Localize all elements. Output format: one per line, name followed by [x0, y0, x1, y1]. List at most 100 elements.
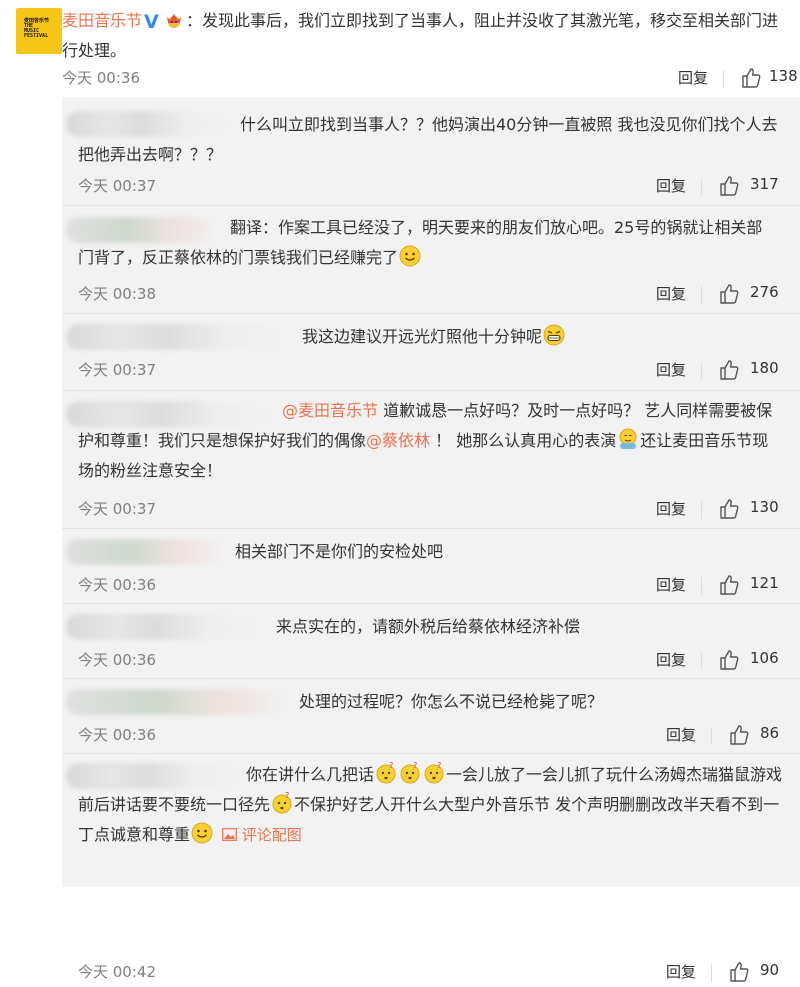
divider — [711, 964, 712, 982]
svg-text:?: ? — [437, 762, 441, 770]
svg-text:?: ? — [389, 762, 393, 770]
like-count: 106 — [750, 649, 779, 667]
divider — [701, 577, 702, 595]
divider — [723, 70, 724, 88]
reply-time: 今天 00:36 — [78, 726, 156, 744]
reply-button[interactable]: 回复 — [656, 574, 686, 595]
reply-text: 来点实在的，请额外税后给蔡依林经济补偿 — [276, 617, 581, 636]
divider — [701, 362, 702, 380]
thumbs-up-icon[interactable] — [718, 649, 740, 671]
like-count: 90 — [760, 961, 780, 979]
reply-time: 今天 00:37 — [78, 361, 156, 379]
reply-time: 今天 00:38 — [78, 285, 156, 303]
reply-text-part: 你在讲什么几把话 — [246, 765, 375, 784]
thumbs-up-icon[interactable] — [740, 67, 762, 89]
reply-button[interactable]: 回复 — [656, 359, 686, 380]
reply-button[interactable]: 回复 — [678, 67, 708, 88]
divider — [62, 528, 800, 529]
divider — [701, 178, 702, 196]
blurred-username — [66, 614, 266, 640]
thumbs-up-icon[interactable] — [718, 359, 740, 381]
reply-text-part: ！ 她那么认真用心的表演 — [430, 431, 617, 450]
divider — [62, 205, 800, 206]
reply-time: 今天 00:37 — [78, 177, 156, 195]
reply-text: 翻译：作案工具已经没了，明天要来的朋友们放心吧。25号的锅就让相关部门背了，反正… — [78, 213, 778, 273]
mention-link[interactable]: @麦田音乐节 — [282, 401, 378, 420]
reply-meta: 今天 00:42 回复 90 — [78, 961, 796, 987]
svg-text:?: ? — [285, 792, 289, 800]
reply-button[interactable]: 回复 — [666, 961, 696, 982]
thumbs-up-icon[interactable] — [718, 498, 740, 520]
reply-meta: 今天 00:36 回复 86 — [78, 724, 796, 750]
divider — [62, 603, 800, 604]
post-meta: 今天 00:36 回复 138 — [62, 67, 800, 93]
reply-time: 今天 00:42 — [78, 963, 156, 981]
reply-meta: 今天 00:37 回复 317 — [78, 175, 796, 201]
verified-icon: V — [144, 11, 159, 33]
reply-button[interactable]: 回复 — [656, 649, 686, 670]
vip-crown-icon — [167, 14, 182, 28]
like-count: 86 — [760, 724, 780, 742]
confused-emoji-icon: ? — [376, 762, 396, 784]
divider — [62, 313, 800, 314]
divider — [701, 652, 702, 670]
comment-image-link[interactable]: 评论配图 — [222, 826, 302, 844]
thumbs-up-icon[interactable] — [728, 724, 750, 746]
smile-emoji-icon — [191, 822, 213, 844]
reply-time: 今天 00:36 — [78, 651, 156, 669]
divider — [701, 501, 702, 519]
comment-image-label: 评论配图 — [241, 826, 302, 844]
reply-button[interactable]: 回复 — [666, 724, 696, 745]
confused-emoji-icon: ? — [272, 792, 292, 814]
blurred-username — [66, 324, 291, 350]
festival-logo-text: 麦田音乐节 THE MUSIC FESTIVAL — [24, 18, 50, 39]
svg-text:?: ? — [413, 762, 417, 770]
blurred-username — [66, 539, 228, 565]
reply-meta: 今天 00:38 回复 276 — [78, 283, 796, 309]
like-count: 180 — [750, 359, 779, 377]
reply-meta: 今天 00:36 回复 121 — [78, 574, 796, 600]
reply-list: 什么叫立即找到当事人？？他妈演出40分钟一直被照 我也没见你们找个人去把他弄出去… — [62, 97, 800, 982]
reply-text: 你在讲什么几把话??? 一会儿放了一会儿抓了玩什么汤姆杰瑞猫鼠游戏 前后讲话要不要… — [78, 760, 783, 850]
thumbs-up-icon[interactable] — [728, 961, 750, 983]
confused-emoji-icon: ? — [400, 762, 420, 784]
author-name[interactable]: 麦田音乐节 — [62, 11, 142, 30]
reply-text: 什么叫立即找到当事人？？他妈演出40分钟一直被照 我也没见你们找个人去把他弄出去… — [78, 115, 778, 164]
reply-button[interactable]: 回复 — [656, 175, 686, 196]
thumbs-up-icon[interactable] — [718, 574, 740, 596]
like-count: 121 — [750, 574, 779, 592]
post-time: 今天 00:36 — [62, 69, 140, 87]
reply-text: @麦田音乐节 道歉诚恳一点好吗？及时一点好吗？ 艺人同样需要被保护和尊重！我们只… — [78, 396, 782, 486]
grin-emoji-icon — [543, 324, 565, 346]
hug-emoji-icon — [619, 428, 637, 449]
reply-time: 今天 00:36 — [78, 576, 156, 594]
reply-button[interactable]: 回复 — [656, 498, 686, 519]
like-count: 130 — [750, 498, 779, 516]
image-icon — [222, 828, 237, 841]
divider — [62, 678, 800, 679]
reply-text: 我这边建议开远光灯照他十分钟呢 — [302, 322, 782, 352]
like-count: 317 — [750, 175, 779, 193]
reply-text: 处理的过程呢？你怎么不说已经枪毙了呢？ — [299, 692, 604, 711]
mention-link[interactable]: @蔡依林 — [366, 431, 430, 450]
like-count: 138 — [769, 67, 798, 85]
divider — [62, 753, 800, 754]
reply-text: 相关部门不是你们的安检处吧 — [235, 542, 444, 561]
post-text: 麦田音乐节 V ：发现此事后，我们立即找到了当事人，阻止并没收了其激光笔，移交至相… — [62, 6, 792, 66]
thumbs-up-icon[interactable] — [718, 283, 740, 305]
thumbs-up-icon[interactable] — [718, 175, 740, 197]
avatar[interactable]: 麦田音乐节 THE MUSIC FESTIVAL — [16, 8, 62, 54]
reply-meta: 今天 00:36 回复 106 — [78, 649, 796, 675]
reply-text-part: 我这边建议开远光灯照他十分钟呢 — [302, 327, 543, 346]
reply-button[interactable]: 回复 — [656, 283, 686, 304]
reply-time: 今天 00:37 — [78, 500, 156, 518]
divider — [701, 286, 702, 304]
like-count: 276 — [750, 283, 779, 301]
divider — [711, 727, 712, 745]
reply-meta: 今天 00:37 回复 180 — [78, 359, 796, 385]
smile-emoji-icon — [399, 245, 421, 267]
confused-emoji-icon: ? — [424, 762, 444, 784]
reply-meta: 今天 00:37 回复 130 — [78, 498, 796, 524]
divider — [62, 390, 800, 391]
blurred-username — [66, 689, 291, 715]
